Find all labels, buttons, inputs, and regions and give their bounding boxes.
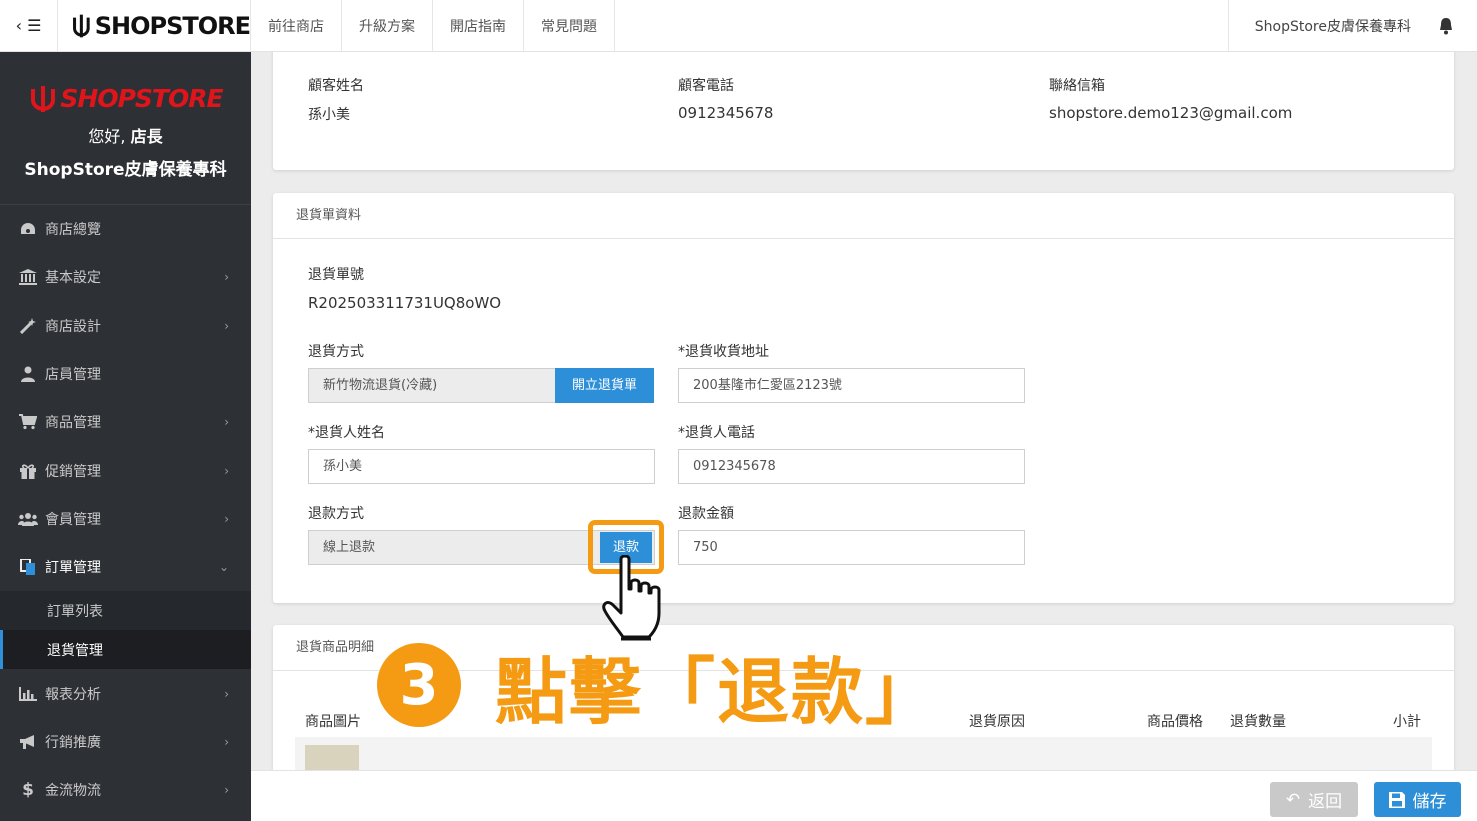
- users-icon: [18, 512, 38, 526]
- logo-mark-icon: [73, 14, 90, 37]
- sidebar-item-staff[interactable]: 店員管理: [0, 350, 251, 398]
- create-return-order-button[interactable]: 開立退貨單: [555, 368, 654, 403]
- logo-text: SHOPSTORE: [94, 11, 251, 40]
- sidebar-item-promotions[interactable]: 促銷管理 ›: [0, 446, 251, 494]
- chevron-right-icon: ›: [224, 270, 229, 285]
- customer-email-label: 聯絡信箱: [1049, 78, 1105, 94]
- sidebar-item-store-design[interactable]: 商店設計 ›: [0, 302, 251, 350]
- dashboard-icon: [18, 222, 38, 236]
- col-subtotal: 小計: [1393, 714, 1421, 730]
- col-product-image: 商品圖片: [305, 714, 361, 730]
- cart-icon: [18, 414, 38, 430]
- chevron-right-icon: ›: [224, 734, 229, 749]
- returner-name-input[interactable]: 孫小美: [308, 449, 655, 484]
- nav-faq[interactable]: 常見問題: [524, 0, 615, 51]
- footer-bar: ↶ 返回 儲存: [251, 770, 1477, 821]
- logo-mark-icon: [31, 85, 56, 112]
- returner-name-label: *退貨人姓名: [308, 425, 385, 441]
- sidebar-item-products[interactable]: 商品管理 ›: [0, 398, 251, 446]
- refund-method-label: 退款方式: [308, 506, 364, 522]
- sidebar-item-payments-logistics[interactable]: $ 金流物流 ›: [0, 766, 251, 814]
- customer-name-label: 顧客姓名: [308, 78, 364, 94]
- chevron-right-icon: ›: [224, 415, 229, 430]
- sidebar-item-marketing[interactable]: 行銷推廣 ›: [0, 718, 251, 766]
- logo[interactable]: SHOPSTORE: [58, 0, 251, 51]
- return-method-label: 退貨方式: [308, 344, 364, 360]
- greeting: 您好, 店長: [88, 127, 163, 146]
- notification-button[interactable]: [1437, 0, 1477, 51]
- sidebar-item-basic-settings[interactable]: 基本設定 ›: [0, 253, 251, 301]
- chevron-right-icon: ›: [224, 463, 229, 478]
- sidebar-logo: SHOPSTORE: [0, 84, 251, 113]
- sidebar-subitem-order-list[interactable]: 訂單列表: [0, 591, 251, 630]
- chevron-down-icon: ⌄: [218, 560, 229, 575]
- customer-phone-label: 顧客電話: [678, 78, 734, 94]
- orders-icon: [18, 559, 38, 576]
- product-thumbnail: [305, 745, 359, 770]
- back-button[interactable]: ↶ 返回: [1270, 782, 1358, 817]
- menu-icon: ‹ ☰: [15, 16, 42, 35]
- store-name-link[interactable]: ShopStore皮膚保養專科: [1227, 0, 1437, 51]
- nav-goto-store[interactable]: 前往商店: [251, 0, 342, 51]
- return-number-value: R202503311731UQ8oWO: [308, 294, 502, 312]
- sidebar-item-reports[interactable]: 報表分析 ›: [0, 669, 251, 717]
- sidebar-header: SHOPSTORE 您好, 店長 ShopStore皮膚保養專科: [0, 52, 251, 205]
- chevron-right-icon: ›: [224, 318, 229, 333]
- col-return-quantity: 退貨數量: [1230, 714, 1286, 730]
- return-method-field: 新竹物流退貨(冷藏): [308, 368, 556, 403]
- table-row: [295, 737, 1432, 770]
- sidebar-item-members[interactable]: 會員管理 ›: [0, 495, 251, 543]
- refund-amount-label: 退款金額: [678, 506, 734, 522]
- top-bar: ‹ ☰ SHOPSTORE 前往商店 升級方案 開店指南 常見問題 ShopSt…: [0, 0, 1477, 52]
- nav-upgrade-plan[interactable]: 升級方案: [342, 0, 433, 51]
- sidebar-item-overview[interactable]: 商店總覽: [0, 205, 251, 253]
- chevron-right-icon: ›: [224, 783, 229, 798]
- sidebar-toggle-button[interactable]: ‹ ☰: [0, 0, 58, 51]
- return-info-title: 退貨單資料: [273, 193, 1454, 239]
- step-annotation: 3 點擊「退款」: [377, 640, 939, 734]
- magic-wand-icon: [18, 317, 38, 334]
- refund-amount-input[interactable]: 750: [678, 530, 1025, 565]
- sidebar-item-orders[interactable]: 訂單管理 ⌄: [0, 543, 251, 591]
- customer-phone-value: 0912345678: [678, 104, 774, 122]
- nav-store-guide[interactable]: 開店指南: [433, 0, 524, 51]
- step-instruction-text: 點擊「退款」: [495, 649, 940, 734]
- return-info-card: 退貨單資料 退貨單號 R202503311731UQ8oWO 退貨方式 新竹物流…: [273, 193, 1454, 603]
- gift-icon: [18, 463, 38, 479]
- returner-phone-label: *退貨人電話: [678, 425, 755, 441]
- hand-pointer-icon: [602, 555, 661, 641]
- customer-info-card: 顧客姓名 孫小美 顧客電話 0912345678 聯絡信箱 shopstore.…: [273, 52, 1454, 170]
- bullhorn-icon: [18, 734, 38, 750]
- bank-icon: [18, 269, 38, 286]
- dollar-icon: $: [22, 780, 34, 801]
- orders-submenu: 訂單列表 退貨管理: [0, 591, 251, 670]
- bar-chart-icon: [18, 686, 38, 701]
- return-number-label: 退貨單號: [308, 267, 364, 283]
- sidebar-store-name: ShopStore皮膚保養專科: [24, 160, 227, 180]
- chevron-right-icon: ›: [224, 511, 229, 526]
- floppy-disk-icon: [1388, 791, 1405, 808]
- save-button[interactable]: 儲存: [1374, 782, 1461, 817]
- staff-icon: [18, 366, 38, 383]
- bell-icon: [1440, 17, 1452, 34]
- chevron-right-icon: ›: [224, 686, 229, 701]
- customer-name-value: 孫小美: [308, 107, 350, 123]
- returner-phone-input[interactable]: 0912345678: [678, 449, 1025, 484]
- sidebar-subitem-returns[interactable]: 退貨管理: [0, 630, 251, 670]
- customer-email-value: shopstore.demo123@gmail.com: [1049, 104, 1293, 122]
- step-number-badge: 3: [377, 643, 461, 727]
- return-address-input[interactable]: 200基隆市仁愛區2123號: [678, 368, 1025, 403]
- sidebar: SHOPSTORE 您好, 店長 ShopStore皮膚保養專科 商店總覽 基本…: [0, 52, 251, 821]
- undo-icon: ↶: [1285, 789, 1301, 810]
- col-return-reason: 退貨原因: [969, 714, 1025, 730]
- return-address-label: *退貨收貨地址: [678, 344, 769, 360]
- col-product-price: 商品價格: [1147, 714, 1203, 730]
